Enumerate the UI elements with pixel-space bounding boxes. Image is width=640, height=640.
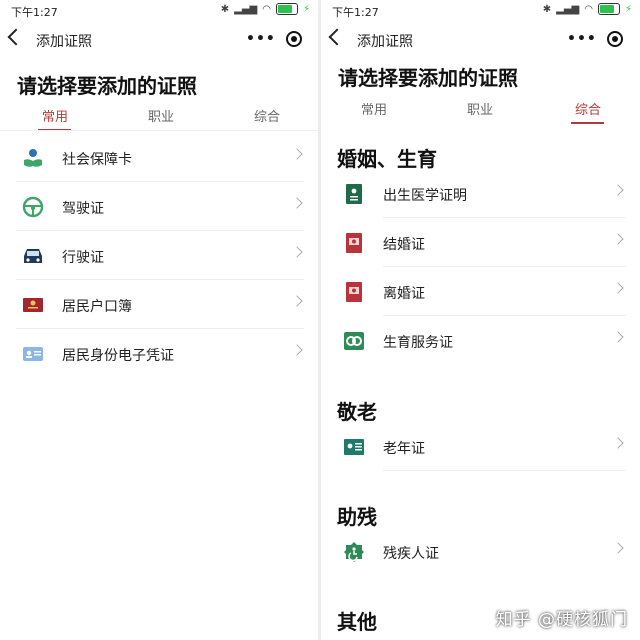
disability-card-icon [344,542,364,562]
marriage-certificate-icon [346,233,362,253]
item-label: 社会保障卡 [62,152,132,168]
bluetooth-icon: ✱ [542,3,552,15]
tab-general[interactable]: 综合 [254,106,280,125]
chevron-right-icon [291,344,303,356]
list-item-marriage-certificate[interactable]: 结婚证 [321,219,640,267]
status-time: 下午1:27 [11,6,58,19]
item-label: 残疾人证 [383,546,439,562]
divorce-certificate-icon [346,282,362,302]
signal-icon: ▂▄▆ [234,3,258,15]
left-screen: 下午1:27 ✱ ▂▄▆ ◠ ⚡ 添加证照 ••• 请选择要添加的证照 常用 职… [0,0,318,640]
bluetooth-icon: ✱ [220,3,230,15]
close-miniprogram-icon[interactable] [286,31,302,47]
nav-bar: 添加证照 ••• [0,22,318,56]
back-icon[interactable] [328,28,346,46]
list-item-divorce-certificate[interactable]: 离婚证 [321,268,640,316]
watermark: 知乎 @硬核狐门 [495,610,628,630]
chevron-right-icon [291,148,303,160]
chevron-right-icon [291,295,303,307]
signal-icon: ▂▄▆ [556,3,580,15]
tab-indicator [571,122,604,124]
chevron-right-icon [612,331,624,343]
list-item-electronic-id[interactable]: 居民身份电子凭证 [0,330,318,378]
id-card-icon [23,347,43,361]
chevron-right-icon [612,437,624,449]
social-security-card-icon [24,149,42,167]
close-miniprogram-icon[interactable] [607,31,623,47]
item-label: 行驶证 [62,250,104,266]
item-label: 生育服务证 [383,335,453,351]
list-item-driver-license[interactable]: 驾驶证 [0,183,318,231]
tab-occupation[interactable]: 职业 [467,99,493,118]
tabs-divider [0,130,318,131]
status-bar: 下午1:27 ✱ ▂▄▆ ◠ ⚡ [321,0,640,22]
household-register-icon [23,298,43,312]
fertility-service-icon [344,332,364,350]
list-item-disability-card[interactable]: 残疾人证 [321,528,640,576]
page-title: 请选择要添加的证照 [17,74,197,98]
chevron-right-icon [612,233,624,245]
section-disability: 助残 [337,505,377,529]
list-item-vehicle-license[interactable]: 行驶证 [0,232,318,280]
nav-title: 添加证照 [36,34,92,50]
charging-icon: ⚡ [624,3,632,15]
battery-icon [597,3,620,15]
list-item-birth-certificate[interactable]: 出生医学证明 [321,170,640,218]
item-label: 老年证 [383,441,425,457]
senior-card-icon [344,439,364,455]
charging-icon: ⚡ [302,3,310,15]
item-label: 离婚证 [383,286,425,302]
chevron-right-icon [612,184,624,196]
right-screen: 下午1:27 ✱ ▂▄▆ ◠ ⚡ 添加证照 ••• 请选择要添加的证照 常用 职… [321,0,640,640]
status-icons: ✱ ▂▄▆ ◠ ⚡ [543,3,632,15]
tab-bar: 常用 职业 综合 [0,106,318,136]
item-label: 居民身份电子凭证 [62,348,174,364]
wifi-icon: ◠ [584,3,593,15]
item-label: 居民户口簿 [62,299,132,315]
nav-title: 添加证照 [357,34,413,50]
status-time: 下午1:27 [332,6,379,19]
more-icon[interactable]: ••• [246,31,276,47]
chevron-right-icon [291,197,303,209]
more-icon[interactable]: ••• [567,31,597,47]
status-icons: ✱ ▂▄▆ ◠ ⚡ [221,3,310,15]
tab-bar: 常用 职业 综合 [321,99,640,129]
tab-general[interactable]: 综合 [575,99,601,118]
section-elderly: 敬老 [337,400,377,424]
item-label: 驾驶证 [62,201,104,217]
chevron-right-icon [612,282,624,294]
item-label: 出生医学证明 [383,188,467,204]
car-icon [24,249,42,263]
chevron-right-icon [291,246,303,258]
chevron-right-icon [612,542,624,554]
birth-certificate-icon [346,184,362,204]
list-item-fertility-service[interactable]: 生育服务证 [321,317,640,365]
steering-wheel-icon [22,196,44,218]
status-bar: 下午1:27 ✱ ▂▄▆ ◠ ⚡ [0,0,318,22]
item-label: 结婚证 [383,237,425,253]
tab-occupation[interactable]: 职业 [148,106,174,125]
battery-icon [275,3,298,15]
wifi-icon: ◠ [262,3,271,15]
tab-common[interactable]: 常用 [361,99,387,118]
section-other: 其他 [337,610,377,634]
back-icon[interactable] [7,28,25,46]
page-title: 请选择要添加的证照 [338,66,518,90]
list-item-senior-card[interactable]: 老年证 [321,423,640,471]
nav-bar: 添加证照 ••• [321,22,640,56]
list-item-social-security[interactable]: 社会保障卡 [0,134,318,182]
section-marriage-birth: 婚姻、生育 [337,147,437,171]
tab-common[interactable]: 常用 [42,106,68,125]
list-item-household-register[interactable]: 居民户口簿 [0,281,318,329]
